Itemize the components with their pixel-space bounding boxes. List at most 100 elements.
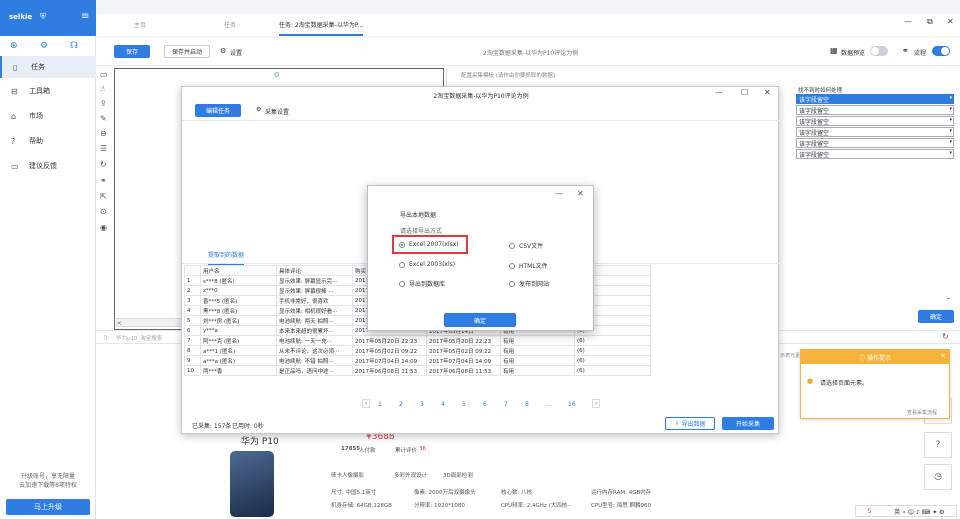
extract-icon[interactable]: ⇪ [100,99,107,108]
dropdown-icon[interactable]: ▾ [949,139,952,145]
radio-database[interactable]: 导出到数据库 [399,279,445,288]
close-icon[interactable]: ✕ [764,88,771,97]
page-8[interactable]: 8 [525,401,529,408]
missing-select-4[interactable]: 该字段留空 ▾ [796,127,954,137]
pointer-icon[interactable]: ⇱ [100,192,107,201]
radio-excel-2003[interactable]: Excel 2003(xls) [399,261,455,268]
sidebar-item-help[interactable]: ? 帮助 [0,130,96,152]
dropdown-icon[interactable]: ▾ [949,117,952,123]
sidebar-item-market[interactable]: ⌂ 市场 [0,105,96,127]
dropdown-icon[interactable]: ▾ [949,150,952,156]
missing-select-5[interactable]: 该字段留空 ▾ [796,138,954,148]
missing-select-1[interactable]: 该字段留空 ▾ [796,94,954,104]
page-7[interactable]: 7 [504,401,508,408]
dropdown-icon[interactable]: ▾ [949,106,952,112]
feature-3: 3D面部检测 [443,473,473,479]
save-start-button[interactable]: 保存并启动 [164,45,210,58]
table-row[interactable]: 10 两***香 是正品吗，语问中途··· 2017年06月08日 11:53 2017… [184,365,651,376]
table-row[interactable]: 9 a***a (匿名) 电池续航: 不错 拍照··· 2017年07月04日 14:… [184,355,651,366]
flow-icon: ⚭ [902,46,909,55]
table-cell: (6) [574,335,651,346]
stop-icon[interactable]: ◉ [100,223,107,232]
loop-icon[interactable]: ↻ [100,160,107,169]
minimize-icon[interactable]: — [904,17,912,26]
toggle-icon[interactable]: ⊖ [100,129,107,138]
maximize-icon[interactable]: ☐ [741,88,748,97]
close-icon[interactable]: ✕ [577,189,584,198]
radio-html[interactable]: HTML文件 [509,261,548,270]
table-row[interactable]: 8 a***1 (匿名) 从未不评论，这次必须··· 2017年05月02日 09:2… [184,345,651,356]
page-6[interactable]: 6 [483,401,487,408]
info-icon: ⓘ [859,354,867,362]
close-icon[interactable]: × [940,352,946,360]
refresh-icon[interactable]: ↻ [942,332,949,341]
radio-dot [509,280,515,287]
phone-image[interactable] [230,451,274,517]
edit-icon[interactable]: ✎ [100,114,107,123]
table-cell: 显示效果: 屏幕显示完··· [276,275,353,286]
page-16[interactable]: 16 [568,401,576,408]
radio-website[interactable]: 发布到网站 [509,279,549,288]
restore-icon[interactable]: ⧉ [927,17,933,27]
missing-select-3[interactable]: 该字段留空 ▾ [796,116,954,126]
flow-toggle[interactable] [932,46,950,56]
chevron-down-icon[interactable]: ⌄ [946,294,951,301]
settings-link[interactable]: 设置 [230,48,242,57]
page-3[interactable]: 3 [420,401,424,408]
question-icon[interactable]: ? [924,432,952,458]
sidebar-item-toolbox[interactable]: ⊟ 工具箱 [0,80,96,102]
table-row[interactable]: 7 阿***克 (匿名) 电池续航: 一天一充··· 2017年05月20日 22:2… [184,335,651,346]
table-cell: 6 [184,325,201,336]
missing-select-6[interactable]: 该字段留空 ▾ [796,149,954,159]
sidebar-item-task[interactable]: ▯ 任务 [0,56,96,78]
gear-icon[interactable]: ⚙ [256,106,261,113]
gear-icon[interactable]: ⚙ [40,41,48,51]
confirm-button[interactable]: 确定 [918,310,954,323]
username[interactable]: selkie [9,13,32,21]
click-icon[interactable]: ☝ [100,84,105,93]
view-flow-link[interactable]: 查看采集流程 [907,409,937,416]
export-data-button[interactable]: ⇩ 导出数据 [665,417,715,430]
missing-select-2[interactable]: 该字段留空 ▾ [796,105,954,115]
dropdown-icon[interactable]: ▾ [949,95,952,101]
data-preview-toggle[interactable] [870,46,888,56]
prev-page-button[interactable]: ‹ [362,399,371,408]
product-model: 华为 P10 [241,437,279,447]
branch-icon[interactable]: ⚭ [100,176,107,185]
page-5[interactable]: 5 [462,401,466,408]
tab-extracted-data[interactable]: 提取到的数据 [208,250,245,266]
radio-excel-2007[interactable]: Excel 2007(xlsx) [399,241,459,248]
shield-icon[interactable]: ⛨ [40,12,46,22]
tab-task[interactable]: 任务 [224,20,236,29]
page-1[interactable]: 1 [378,401,382,408]
url-field[interactable]: 华为p10_淘宝搜索 [116,334,162,342]
menu-icon[interactable]: ≡ [81,11,89,22]
ime-toolbar[interactable]: S 英 ∘ ☺ ♪ ⌨ ✦ ⚙ [855,505,957,517]
upgrade-button[interactable]: 马上升级 [6,499,90,515]
headset-icon[interactable]: ☊ [70,41,78,51]
gear-icon[interactable]: ⚙ [220,47,226,55]
edit-task-button[interactable]: 编辑任务 [195,104,241,117]
start-collect-button[interactable]: 开始采集 [722,417,774,430]
close-icon[interactable]: ✕ [947,17,954,26]
hover-icon[interactable]: ⊙ [100,207,107,216]
tab-current-task[interactable]: 任务: 2淘宝数据采集-以华为P... [279,20,364,36]
clock-icon[interactable]: ◷ [924,464,952,490]
tab-home[interactable]: 主页 [134,20,146,29]
collect-settings-link[interactable]: 采集设置 [265,107,289,116]
sidebar-item-feedback[interactable]: ▭ 建议反馈 [0,155,96,177]
export-confirm-button[interactable]: 确定 [444,313,516,327]
page-4[interactable]: 4 [441,401,445,408]
list-icon[interactable]: ☰ [100,144,107,153]
page-icon[interactable]: ▭ [100,70,108,79]
add-icon[interactable]: ⊕ [10,41,18,51]
next-page-button[interactable]: › [592,399,601,408]
dropdown-icon[interactable]: ▾ [949,128,952,134]
minimize-icon[interactable]: — [555,189,563,198]
radio-dot [399,241,405,248]
page-2[interactable]: 2 [399,401,403,408]
radio-csv[interactable]: CSV文件 [509,241,543,250]
save-button[interactable]: 保存 [114,45,150,58]
minimize-icon[interactable]: — [715,88,723,97]
start-node-icon[interactable]: ⊙ [274,71,280,79]
